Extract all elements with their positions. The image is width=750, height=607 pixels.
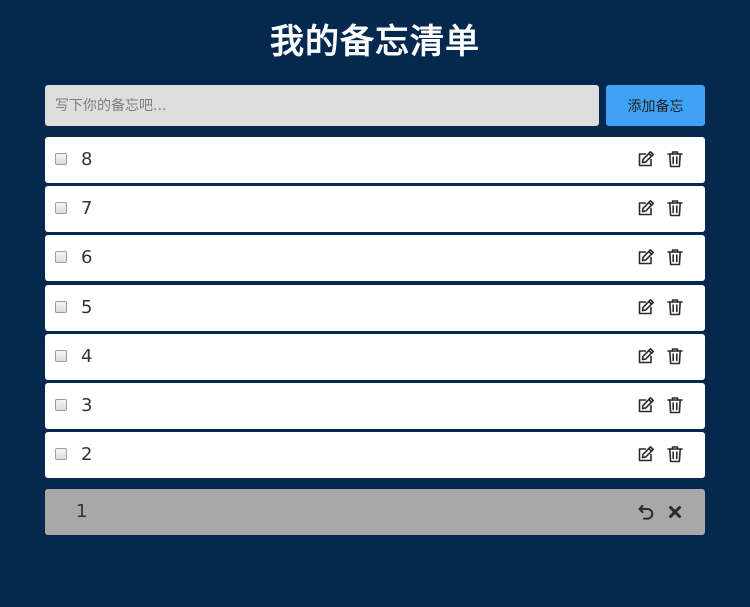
memo-input[interactable] [45, 85, 599, 126]
memo-checkbox[interactable] [55, 349, 67, 362]
memo-app: 我的备忘清单 添加备忘 8 [0, 0, 750, 607]
memo-text: 7 [81, 198, 93, 220]
memo-checkbox[interactable] [55, 251, 67, 264]
memo-text: 8 [81, 149, 93, 170]
memo-checkbox[interactable] [55, 202, 67, 215]
edit-icon[interactable] [636, 297, 656, 317]
memo-text: 4 [81, 345, 93, 367]
memo-text: 5 [81, 296, 93, 318]
edit-icon[interactable] [636, 395, 656, 415]
edit-icon[interactable] [636, 149, 656, 169]
close-icon[interactable] [665, 502, 685, 522]
memo-checkbox[interactable] [55, 448, 67, 461]
done-memo-text: 1 [76, 501, 88, 522]
done-list-item: 1 [45, 489, 705, 535]
memo-checkbox[interactable] [55, 398, 67, 411]
list-item: 4 [45, 333, 705, 380]
trash-icon[interactable] [665, 198, 685, 218]
list-item: 6 [45, 235, 705, 282]
add-memo-form: 添加备忘 [45, 85, 705, 126]
trash-icon[interactable] [665, 247, 685, 267]
memo-text: 2 [81, 444, 93, 466]
edit-icon[interactable] [636, 346, 656, 366]
list-item: 3 [45, 382, 705, 429]
trash-icon[interactable] [665, 297, 685, 317]
edit-icon[interactable] [636, 444, 656, 464]
trash-icon[interactable] [665, 149, 685, 169]
memo-text: 6 [81, 247, 93, 269]
list-item: 2 [45, 432, 705, 479]
list-item: 8 [45, 137, 705, 183]
edit-icon[interactable] [636, 198, 656, 218]
memo-checkbox[interactable] [55, 153, 67, 165]
trash-icon[interactable] [665, 395, 685, 415]
edit-icon[interactable] [636, 247, 656, 267]
trash-icon[interactable] [665, 346, 685, 366]
list-item: 5 [45, 284, 705, 331]
memo-text: 3 [81, 394, 93, 416]
page-title: 我的备忘清单 [270, 22, 480, 62]
list-item: 7 [45, 186, 705, 233]
memo-checkbox[interactable] [55, 300, 67, 313]
trash-icon[interactable] [665, 444, 685, 464]
memo-list: 8 7 6 5 4 3 2 [45, 137, 705, 481]
undo-icon[interactable] [636, 502, 656, 522]
add-memo-button[interactable]: 添加备忘 [606, 85, 705, 126]
